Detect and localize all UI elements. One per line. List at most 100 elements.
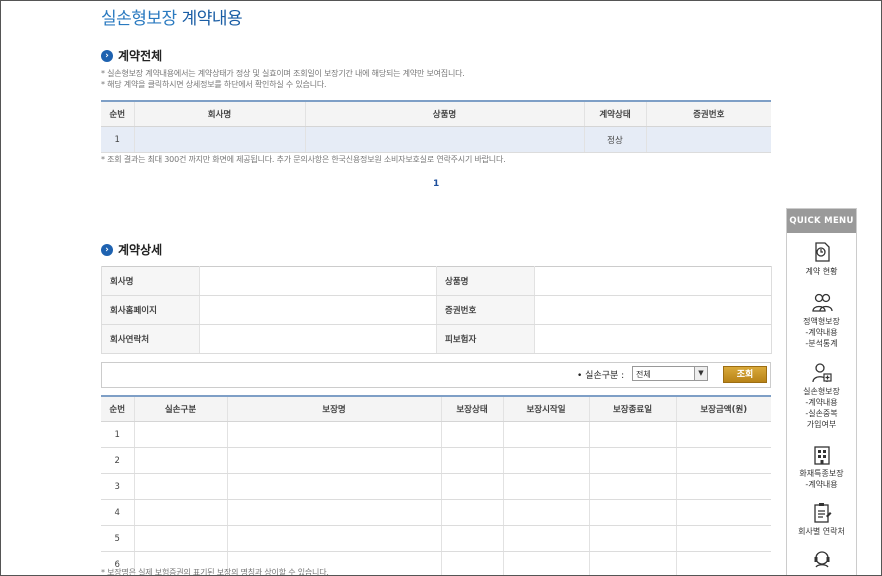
- note-line: * 해당 계약을 클릭하시면 상세정보를 하단에서 확인하실 수 있습니다.: [101, 80, 327, 89]
- detail-row: 회사명 상품명: [101, 266, 772, 296]
- table-row: 2: [101, 447, 771, 474]
- col-header-end-date: 보장종료일: [588, 395, 676, 422]
- quick-menu-label: -계약내용: [805, 328, 838, 337]
- page-title-part2: 계약내용: [181, 9, 243, 29]
- quick-menu-item-fixed-coverage[interactable]: 정액형보장 -계약내용 -분석통계: [787, 291, 856, 349]
- quick-menu: QUICK MENU 계약 현황 정액형보장 -계약내용 -분석통계 실손형보장…: [786, 208, 857, 575]
- loss-type-select[interactable]: 전체 ▼: [632, 366, 708, 381]
- quick-menu-label: -계약내용: [805, 398, 838, 407]
- note-line: * 실손형보장 계약내용에서는 계약상태가 정상 및 실효이며 조회일이 보장기…: [101, 69, 465, 78]
- table-row: 1: [101, 421, 771, 448]
- detail-value: [534, 295, 772, 325]
- query-button[interactable]: 조회: [723, 366, 767, 383]
- quick-menu-item-company-contacts[interactable]: 회사별 연락처: [787, 501, 856, 537]
- cell-loss-type: [133, 499, 227, 526]
- detail-label: 회사연락처: [101, 324, 200, 354]
- cell-coverage-status: [440, 473, 503, 500]
- chevron-down-icon: ▼: [694, 367, 707, 380]
- cell-coverage-name: [226, 499, 441, 526]
- table-row: 4: [101, 499, 771, 526]
- col-header-policy-no: 증권번호: [645, 100, 771, 127]
- contract-detail-heading: › 계약상세: [101, 241, 162, 258]
- cell-start-date: [502, 447, 589, 474]
- contract-detail-heading-text: 계약상세: [118, 243, 163, 257]
- cell-amount: [675, 447, 771, 474]
- coverage-table: 순번 실손구분 보장명 보장상태 보장시작일 보장종료일 보장금액(원) 1 2…: [101, 395, 771, 575]
- cell-coverage-name: [226, 421, 441, 448]
- contract-list-table: 순번 회사명 상품명 계약상태 증권번호 1 정상: [101, 100, 771, 153]
- cell-start-date: [502, 551, 589, 575]
- quick-menu-label: 계약 현황: [805, 267, 838, 276]
- contract-all-notes: * 실손형보장 계약내용에서는 계약상태가 정상 및 실효이며 조회일이 보장기…: [101, 68, 465, 90]
- detail-label: 증권번호: [436, 295, 535, 325]
- cell-start-date: [502, 473, 589, 500]
- cell-no: 2: [101, 447, 134, 474]
- quick-menu-label: 정액형보장: [803, 317, 840, 326]
- cell-end-date: [588, 525, 676, 552]
- cell-product: [304, 126, 584, 153]
- cell-coverage-name: [226, 525, 441, 552]
- building-icon: [813, 446, 830, 465]
- detail-value: [534, 266, 772, 296]
- cell-amount: [675, 421, 771, 448]
- clipboard-icon: [813, 503, 831, 523]
- col-header-start-date: 보장시작일: [502, 395, 589, 422]
- chevron-right-icon: ›: [101, 243, 113, 256]
- cell-end-date: [588, 499, 676, 526]
- detail-label: 회사홈페이지: [101, 295, 200, 325]
- col-header-no: 순번: [101, 395, 134, 422]
- headset-icon: [814, 551, 829, 568]
- table-row: 3: [101, 473, 771, 500]
- cell-amount: [675, 525, 771, 552]
- quick-menu-item-customer-center[interactable]: [787, 549, 856, 574]
- detail-value: [199, 295, 437, 325]
- contract-all-heading-text: 계약전체: [118, 49, 163, 63]
- col-header-coverage-status: 보장상태: [440, 395, 503, 422]
- quick-menu-label: 화재특종보장: [799, 469, 844, 478]
- col-header-status: 계약상태: [583, 100, 646, 127]
- quick-menu-label: -계약내용: [805, 480, 838, 489]
- col-header-amount: 보장금액(원): [675, 395, 771, 422]
- quick-menu-title: QUICK MENU: [787, 209, 856, 233]
- detail-label: 상품명: [436, 266, 535, 296]
- page-number-link[interactable]: 1: [433, 179, 439, 189]
- cell-coverage-status: [440, 421, 503, 448]
- quick-menu-label: 가입여부: [806, 420, 837, 429]
- cell-coverage-status: [440, 551, 503, 575]
- quick-menu-label: 회사별 연락처: [798, 527, 845, 536]
- search-bar: • 실손구분 : 전체 ▼ 조회: [101, 362, 771, 388]
- chevron-right-icon: ›: [101, 49, 113, 62]
- cell-no: 4: [101, 499, 134, 526]
- people-icon: [811, 293, 833, 312]
- cell-loss-type: [133, 447, 227, 474]
- col-header-no: 순번: [101, 100, 134, 127]
- cell-start-date: [502, 499, 589, 526]
- col-header-product: 상품명: [304, 100, 584, 127]
- quick-menu-item-fire-special[interactable]: 화재특종보장 -계약내용: [787, 443, 856, 490]
- detail-value: [534, 324, 772, 354]
- loss-type-label: • 실손구분 :: [577, 371, 625, 381]
- cell-policy-no: [645, 126, 771, 153]
- detail-value: [199, 324, 437, 354]
- quick-menu-item-contract-status[interactable]: 계약 현황: [787, 241, 856, 277]
- quick-menu-item-indemnity-coverage[interactable]: 실손형보장 -계약내용 -실손중복 가입여부: [787, 361, 856, 430]
- cell-loss-type: [133, 473, 227, 500]
- cell-loss-type: [133, 421, 227, 448]
- cell-coverage-status: [440, 499, 503, 526]
- table-row[interactable]: 1 정상: [101, 126, 771, 153]
- page-title-part1: 실손형보장: [101, 9, 177, 29]
- app-window: 실손형보장 계약내용 › 계약전체 * 실손형보장 계약내용에서는 계약상태가 …: [0, 0, 882, 576]
- cell-end-date: [588, 421, 676, 448]
- cell-company: [133, 126, 305, 153]
- cell-start-date: [502, 525, 589, 552]
- contract-detail-table: 회사명 상품명 회사홈페이지 증권번호 회사연락처 피보험자: [101, 266, 772, 354]
- cell-end-date: [588, 473, 676, 500]
- cell-coverage-name: [226, 447, 441, 474]
- page-title: 실손형보장 계약내용: [101, 4, 243, 29]
- loss-type-selected: 전체: [636, 370, 651, 379]
- result-limit-note: * 조회 결과는 최대 300건 까지만 화면에 제공됩니다. 추가 문의사항은…: [101, 155, 506, 164]
- cell-amount: [675, 499, 771, 526]
- detail-row: 회사홈페이지 증권번호: [101, 295, 772, 325]
- col-header-coverage-name: 보장명: [226, 395, 441, 422]
- cell-amount: [675, 473, 771, 500]
